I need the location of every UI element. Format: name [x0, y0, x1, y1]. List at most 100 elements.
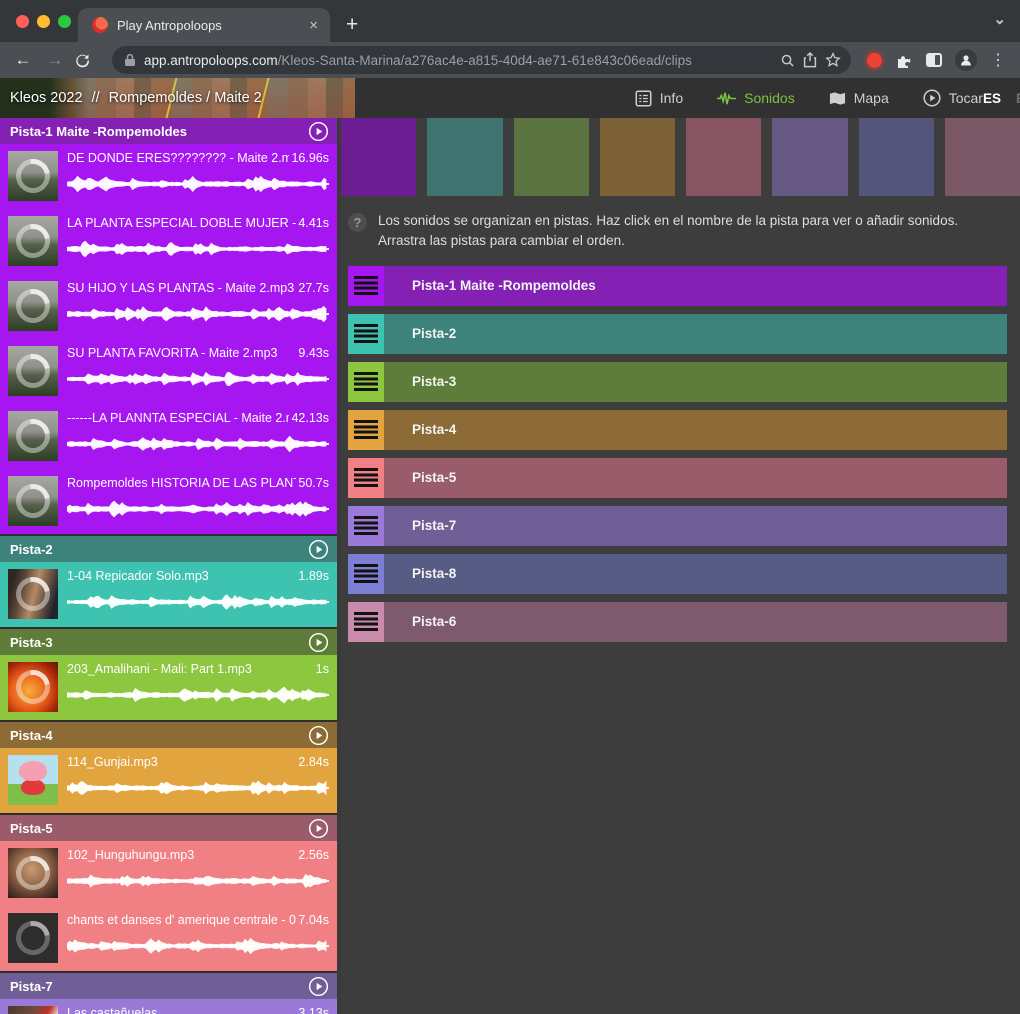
- side-panel-icon[interactable]: [926, 53, 942, 67]
- track-play-button[interactable]: [308, 725, 329, 746]
- help-question-icon: ?: [348, 213, 367, 232]
- clip-thumbnail: [8, 216, 58, 266]
- clip-waveform: [67, 171, 329, 197]
- audio-clip[interactable]: 114_Gunjai.mp3 2.84s: [0, 748, 337, 813]
- track-play-button[interactable]: [308, 632, 329, 653]
- track-name: Pista-1 Maite -Rompemoldes: [10, 124, 308, 139]
- audio-clip[interactable]: 1-04 Repicador Solo.mp3 1.89s: [0, 562, 337, 627]
- track-drag-handle[interactable]: [348, 314, 384, 354]
- new-tab-button[interactable]: +: [346, 8, 358, 42]
- track-play-button[interactable]: [308, 818, 329, 839]
- clip-thumbnail: [8, 346, 58, 396]
- share-icon[interactable]: [803, 52, 817, 68]
- clip-duration: 4.41s: [298, 216, 329, 230]
- track-row-bar[interactable]: Pista-2: [384, 314, 1007, 354]
- nav-label-tocar: Tocar: [949, 90, 983, 106]
- track-row-bar[interactable]: Pista-6: [384, 602, 1007, 642]
- clip-duration: 42.13s: [291, 411, 329, 425]
- track-play-button[interactable]: [308, 539, 329, 560]
- audio-clip[interactable]: LA PLANTA ESPECIAL DOBLE MUJER - Mai... …: [0, 209, 337, 274]
- track-color-swatch: [600, 118, 675, 196]
- lang-en-button[interactable]: EN: [1016, 91, 1020, 106]
- play-circle-icon: [308, 632, 329, 653]
- track-row-bar[interactable]: Pista-1 Maite -Rompemoldes: [384, 266, 1007, 306]
- tab-close-icon[interactable]: ×: [307, 17, 320, 34]
- track-row: Pista-7: [348, 506, 1007, 546]
- track-row-label: Pista-5: [412, 470, 456, 485]
- url-domain: app.antropoloops.com: [144, 53, 278, 68]
- track-row-bar[interactable]: Pista-8: [384, 554, 1007, 594]
- clip-waveform: [67, 236, 329, 262]
- sidebar-track-header[interactable]: Pista-2: [0, 536, 337, 562]
- track-drag-handle[interactable]: [348, 554, 384, 594]
- window-close-button[interactable]: [16, 15, 29, 28]
- bookmark-star-icon[interactable]: [825, 52, 841, 68]
- browser-menu-icon[interactable]: ⋮: [990, 50, 1006, 70]
- back-button[interactable]: ←: [10, 50, 36, 70]
- padlock-icon: [124, 53, 136, 67]
- clip-waveform: [67, 682, 329, 708]
- track-drag-handle[interactable]: [348, 506, 384, 546]
- clip-main: 114_Gunjai.mp3 2.84s: [67, 755, 329, 805]
- url-bar[interactable]: app.antropoloops.com/Kleos-Santa-Marina/…: [112, 46, 851, 74]
- sidebar-track-header[interactable]: Pista-4: [0, 722, 337, 748]
- track-play-button[interactable]: [308, 976, 329, 997]
- forward-button[interactable]: →: [42, 50, 68, 70]
- sidebar-track-header[interactable]: Pista-7: [0, 973, 337, 999]
- window-minimize-button[interactable]: [37, 15, 50, 28]
- track-row-bar[interactable]: Pista-7: [384, 506, 1007, 546]
- window-zoom-button[interactable]: [58, 15, 71, 28]
- sidebar-track-header[interactable]: Pista-1 Maite -Rompemoldes: [0, 118, 337, 144]
- sidebar-track-header[interactable]: Pista-3: [0, 629, 337, 655]
- reload-button[interactable]: [74, 52, 100, 69]
- play-circle-icon: [308, 121, 329, 142]
- track-row-bar[interactable]: Pista-5: [384, 458, 1007, 498]
- track-row: Pista-3: [348, 362, 1007, 402]
- clip-main: SU PLANTA FAVORITA - Maite 2.mp3 9.43s: [67, 346, 329, 396]
- track-rows: Pista-1 Maite -Rompemoldes Pista-2 Pista…: [348, 266, 1007, 642]
- track-row-bar[interactable]: Pista-4: [384, 410, 1007, 450]
- audio-clip[interactable]: SU PLANTA FAVORITA - Maite 2.mp3 9.43s: [0, 339, 337, 404]
- track-drag-handle[interactable]: [348, 362, 384, 402]
- audio-clip[interactable]: chants et danses d' amerique centrale - …: [0, 906, 337, 971]
- track-drag-handle[interactable]: [348, 266, 384, 306]
- nav-item-mapa[interactable]: Mapa: [829, 90, 889, 106]
- nav-item-info[interactable]: Info: [635, 90, 683, 107]
- drag-grip-icon: [354, 468, 378, 487]
- clip-thumbnail: [8, 476, 58, 526]
- profile-avatar[interactable]: [955, 49, 977, 71]
- clip-waveform: [67, 301, 329, 327]
- recorder-extension-icon[interactable]: [867, 53, 882, 68]
- lang-es-button[interactable]: ES: [983, 91, 1001, 106]
- track-play-button[interactable]: [308, 121, 329, 142]
- clip-thumbnail: [8, 848, 58, 898]
- track-drag-handle[interactable]: [348, 602, 384, 642]
- track-color-swatch: [341, 118, 416, 196]
- clip-main: SU HIJO Y LAS PLANTAS - Maite 2.mp3 27.7…: [67, 281, 329, 331]
- drag-grip-icon: [354, 564, 378, 583]
- nav-item-sonidos[interactable]: Sonidos: [717, 90, 795, 106]
- nav-item-tocar[interactable]: Tocar: [923, 89, 983, 107]
- audio-clip[interactable]: 203_Amalihani - Mali: Part 1.mp3 1s: [0, 655, 337, 720]
- breadcrumb: Kleos 2022 // Rompemoldes / Maite 2: [0, 90, 262, 106]
- audio-clip[interactable]: 102_Hunguhungu.mp3 2.56s: [0, 841, 337, 906]
- audio-clip[interactable]: ------LA PLANNTA ESPECIAL - Maite 2.mp3 …: [0, 404, 337, 469]
- tab-search-chevron-icon[interactable]: ⌄: [993, 10, 1006, 28]
- zoom-icon[interactable]: [780, 53, 795, 68]
- clip-title: SU PLANTA FAVORITA - Maite 2.mp3: [67, 346, 296, 360]
- sidebar-track-header[interactable]: Pista-5: [0, 815, 337, 841]
- extensions-puzzle-icon[interactable]: [895, 51, 913, 69]
- track-clips: 102_Hunguhungu.mp3 2.56s chants et danse…: [0, 841, 337, 971]
- audio-clip[interactable]: SU HIJO Y LAS PLANTAS - Maite 2.mp3 27.7…: [0, 274, 337, 339]
- track-row-bar[interactable]: Pista-3: [384, 362, 1007, 402]
- clip-duration: 3.13s: [298, 1006, 329, 1014]
- breadcrumb-project[interactable]: Kleos 2022: [10, 90, 83, 106]
- track-drag-handle[interactable]: [348, 458, 384, 498]
- url-path: /Kleos-Santa-Marina/a276ac4e-a815-40d4-a…: [278, 53, 692, 68]
- audio-clip[interactable]: DE DONDE ERES???????? - Maite 2.mp3 16.9…: [0, 144, 337, 209]
- browser-tab[interactable]: Play Antropoloops ×: [78, 8, 330, 42]
- track-clips: Las castañuelas 3.13s: [0, 999, 337, 1014]
- audio-clip[interactable]: Las castañuelas 3.13s: [0, 999, 337, 1014]
- track-drag-handle[interactable]: [348, 410, 384, 450]
- audio-clip[interactable]: Rompemoldes HISTORIA DE LAS PLANTAS... 5…: [0, 469, 337, 534]
